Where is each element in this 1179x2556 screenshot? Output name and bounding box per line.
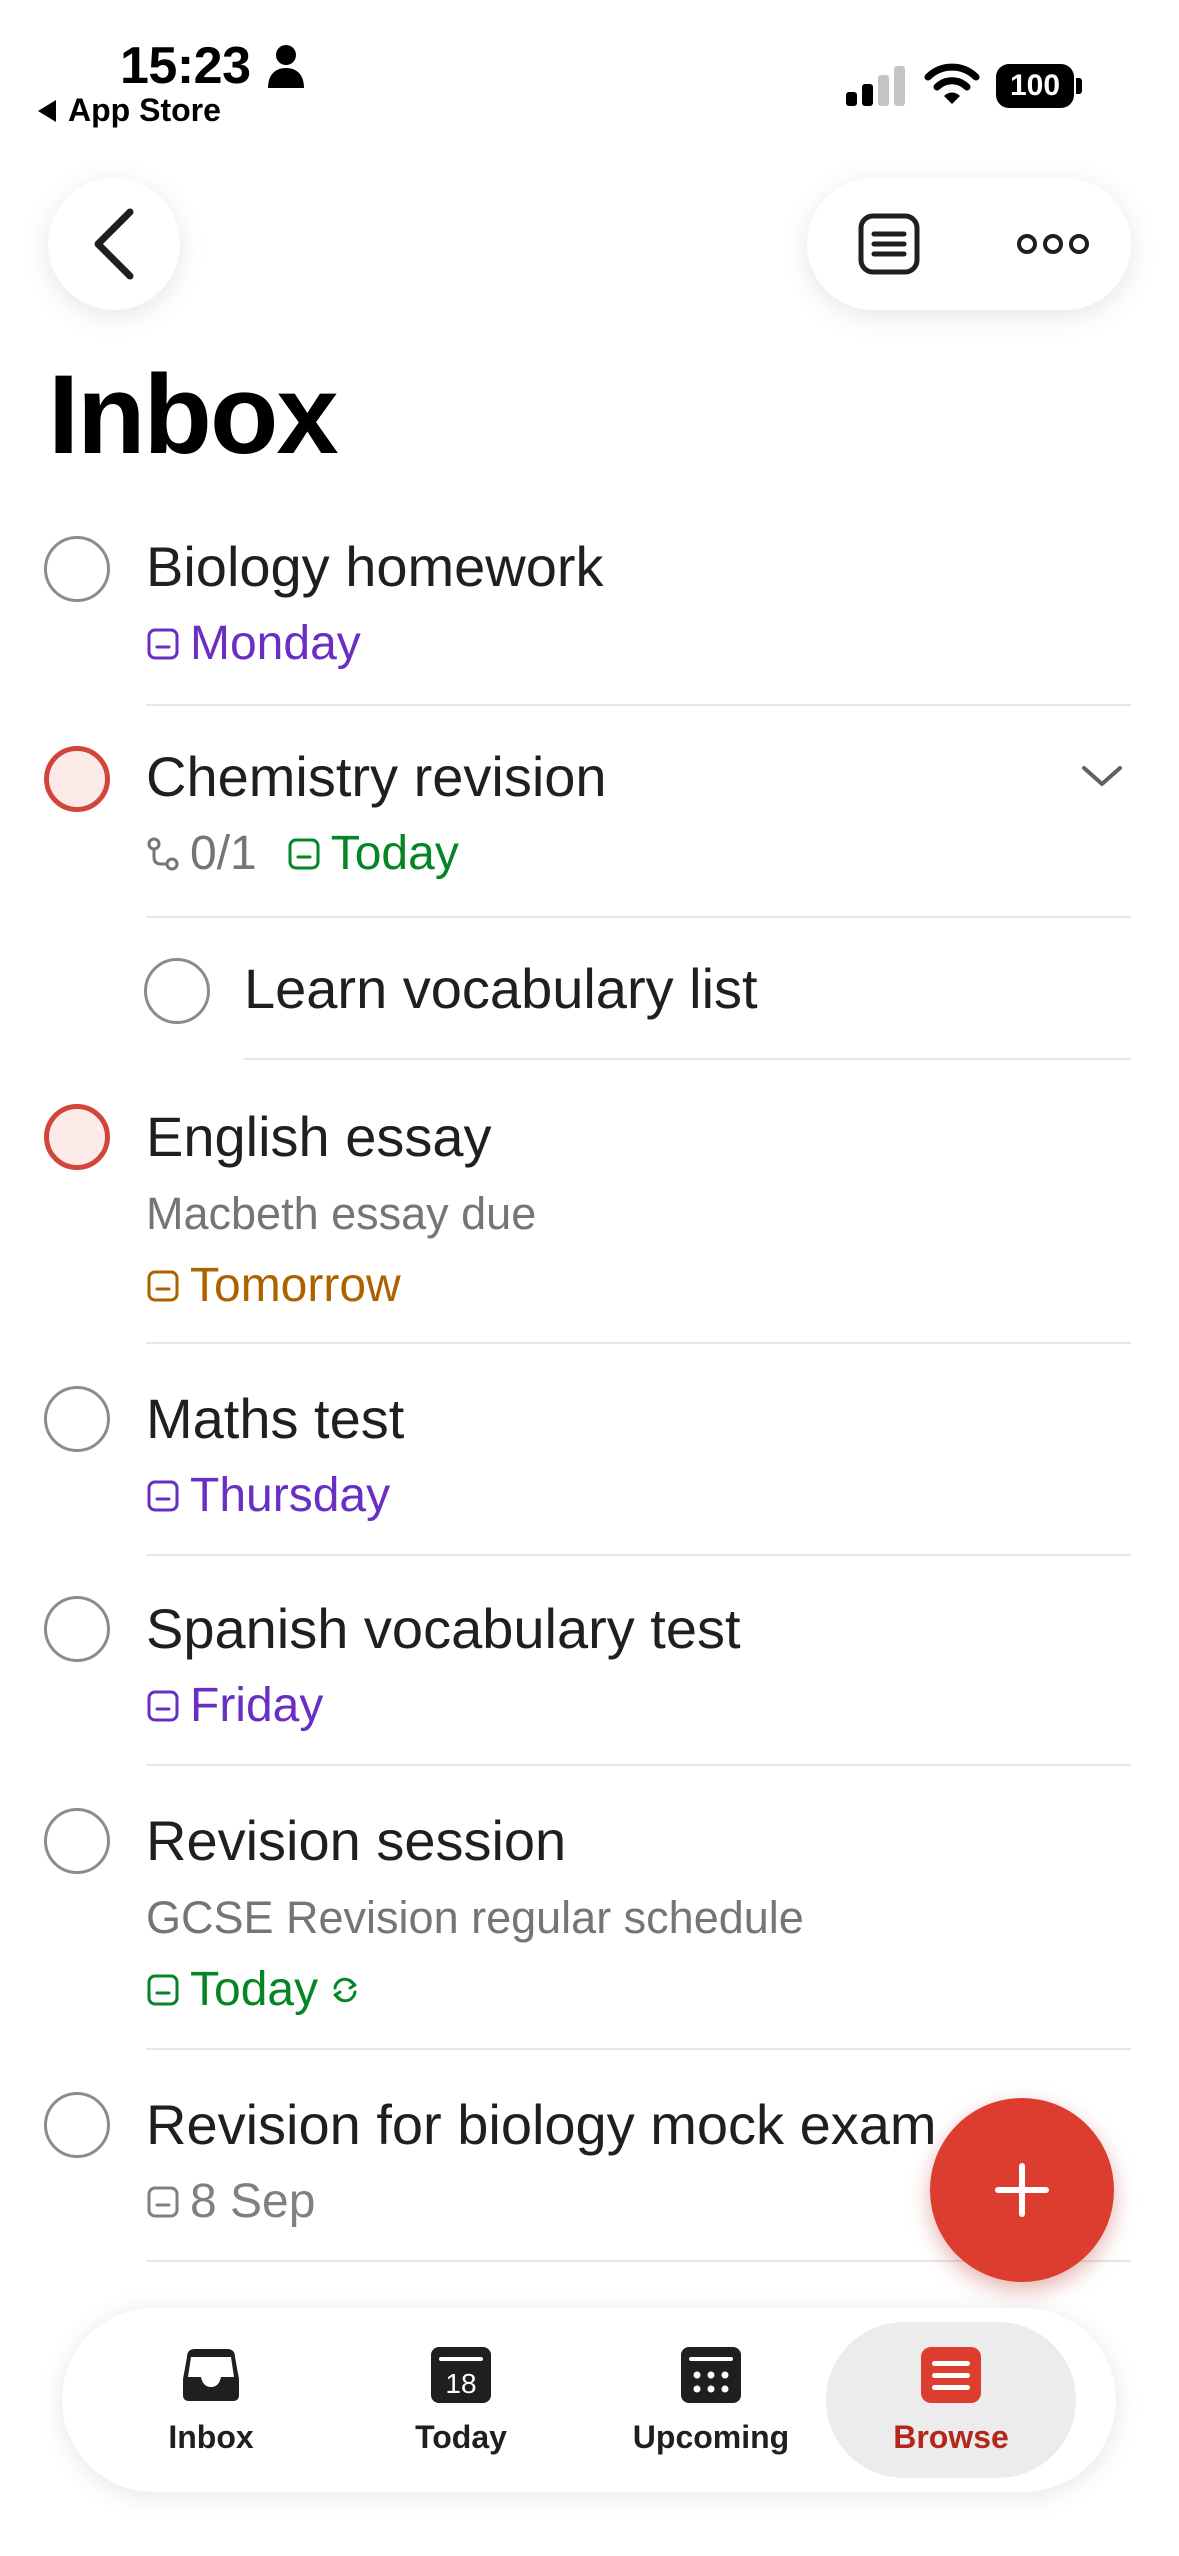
task-due-date: Today — [146, 1962, 362, 2017]
calendar-icon — [147, 628, 179, 659]
task-title: Maths test — [146, 1387, 405, 1450]
calendar-icon — [147, 1270, 179, 1301]
calendar-icon — [288, 838, 320, 869]
status-time: 15:23 — [120, 37, 251, 95]
subtask-icon — [147, 837, 179, 870]
calendar-icon — [147, 2186, 179, 2217]
inbox-tray-icon — [183, 2348, 239, 2401]
subtask-checkbox[interactable] — [144, 958, 210, 1024]
browse-list-icon — [921, 2346, 981, 2403]
task-checkbox[interactable] — [44, 1596, 110, 1662]
task-item[interactable]: Maths test Thursday — [0, 1386, 1179, 1556]
due-label: Friday — [190, 1679, 324, 1732]
tab-browse[interactable]: Browse — [826, 2322, 1076, 2478]
tab-bar: Inbox 18 Today Upcoming Browse — [62, 2308, 1116, 2492]
calendar-icon — [147, 1480, 179, 1511]
more-options-button[interactable] — [1003, 208, 1103, 280]
page-title: Inbox — [48, 352, 339, 477]
tab-upcoming[interactable]: Upcoming — [586, 2322, 836, 2478]
tab-label: Upcoming — [632, 2418, 790, 2455]
calendar-icon — [147, 1690, 179, 1721]
chevron-down-icon[interactable] — [1080, 762, 1124, 790]
tab-inbox[interactable]: Inbox — [86, 2322, 336, 2478]
task-title: Revision for biology mock exam — [146, 2093, 937, 2156]
tab-label: Inbox — [168, 2418, 254, 2455]
cellular-signal-icon — [846, 66, 905, 106]
upcoming-calendar-icon — [681, 2346, 741, 2403]
chevron-left-icon — [94, 208, 134, 280]
task-divider — [146, 1342, 1131, 1344]
task-divider — [146, 1764, 1131, 1766]
task-checkbox-priority[interactable] — [44, 1104, 110, 1170]
task-checkbox[interactable] — [44, 536, 110, 602]
task-due-date: Thursday — [146, 1468, 390, 1523]
task-item[interactable]: Revision session GCSE Revision regular s… — [0, 1808, 1179, 2052]
task-title: Spanish vocabulary test — [146, 1597, 741, 1660]
task-divider — [146, 1554, 1131, 1556]
task-item[interactable]: Chemistry revision 0/1 Today — [0, 740, 1179, 920]
due-label: Tomorrow — [190, 1259, 401, 1312]
today-calendar-icon: 18 — [431, 2346, 491, 2403]
task-due-date: Tomorrow — [146, 1258, 401, 1313]
task-divider — [244, 1058, 1131, 1060]
back-app-label: App Store — [68, 92, 221, 128]
task-divider — [146, 2048, 1131, 2050]
back-button[interactable] — [48, 178, 180, 310]
due-label: Today — [190, 1963, 319, 2016]
battery-level: 100 — [996, 64, 1074, 108]
due-label: 8 Sep — [190, 2175, 316, 2228]
task-checkbox[interactable] — [44, 2092, 110, 2158]
task-item[interactable]: Spanish vocabulary test Friday — [0, 1596, 1179, 1766]
plus-icon — [995, 2163, 1049, 2217]
due-label: Monday — [190, 617, 361, 670]
add-task-button[interactable] — [930, 2098, 1114, 2282]
task-description: GCSE Revision regular schedule — [146, 1892, 804, 1943]
status-bar: 15:23 App Store 100 — [0, 0, 1179, 140]
back-to-app-store[interactable]: App Store — [38, 92, 221, 129]
task-due-date: 8 Sep — [146, 2174, 315, 2229]
wifi-icon — [924, 63, 980, 104]
task-title: Biology homework — [146, 535, 604, 598]
task-due-date: Monday — [146, 616, 361, 671]
subtask-item[interactable]: Learn vocabulary list — [0, 952, 1179, 1062]
top-actions-group — [807, 178, 1131, 310]
task-title: English essay — [146, 1105, 492, 1168]
today-day-number: 18 — [445, 2368, 476, 2399]
tab-label: Browse — [893, 2418, 1009, 2455]
back-triangle-icon — [38, 99, 56, 122]
task-description: Macbeth essay due — [146, 1188, 537, 1239]
task-checkbox[interactable] — [44, 1386, 110, 1452]
recurring-icon — [333, 1977, 357, 2002]
task-item[interactable]: English essay Macbeth essay due Tomorrow — [0, 1102, 1179, 1346]
task-checkbox[interactable] — [44, 1808, 110, 1874]
task-title: Revision session — [146, 1809, 567, 1872]
due-label: Thursday — [190, 1469, 391, 1522]
battery-nub — [1076, 78, 1082, 94]
subtask-count: 0/1 — [190, 827, 257, 880]
task-meta: 0/1 Today — [146, 826, 459, 881]
task-item[interactable]: Biology homework Monday — [0, 528, 1179, 708]
view-options-button[interactable] — [847, 208, 931, 280]
battery-indicator: 100 — [996, 64, 1082, 108]
calendar-icon — [147, 1974, 179, 2005]
tab-today[interactable]: 18 Today — [336, 2322, 586, 2478]
task-divider — [146, 704, 1131, 706]
subtask-title: Learn vocabulary list — [244, 957, 758, 1020]
person-icon — [268, 45, 304, 88]
task-title: Chemistry revision — [146, 745, 607, 808]
due-label: Today — [330, 827, 459, 880]
tab-label: Today — [415, 2418, 507, 2455]
list-view-icon — [858, 213, 920, 275]
task-divider — [146, 916, 1131, 918]
task-checkbox-priority[interactable] — [44, 746, 110, 812]
more-horizontal-icon — [1017, 234, 1089, 254]
task-due-date: Friday — [146, 1678, 323, 1733]
